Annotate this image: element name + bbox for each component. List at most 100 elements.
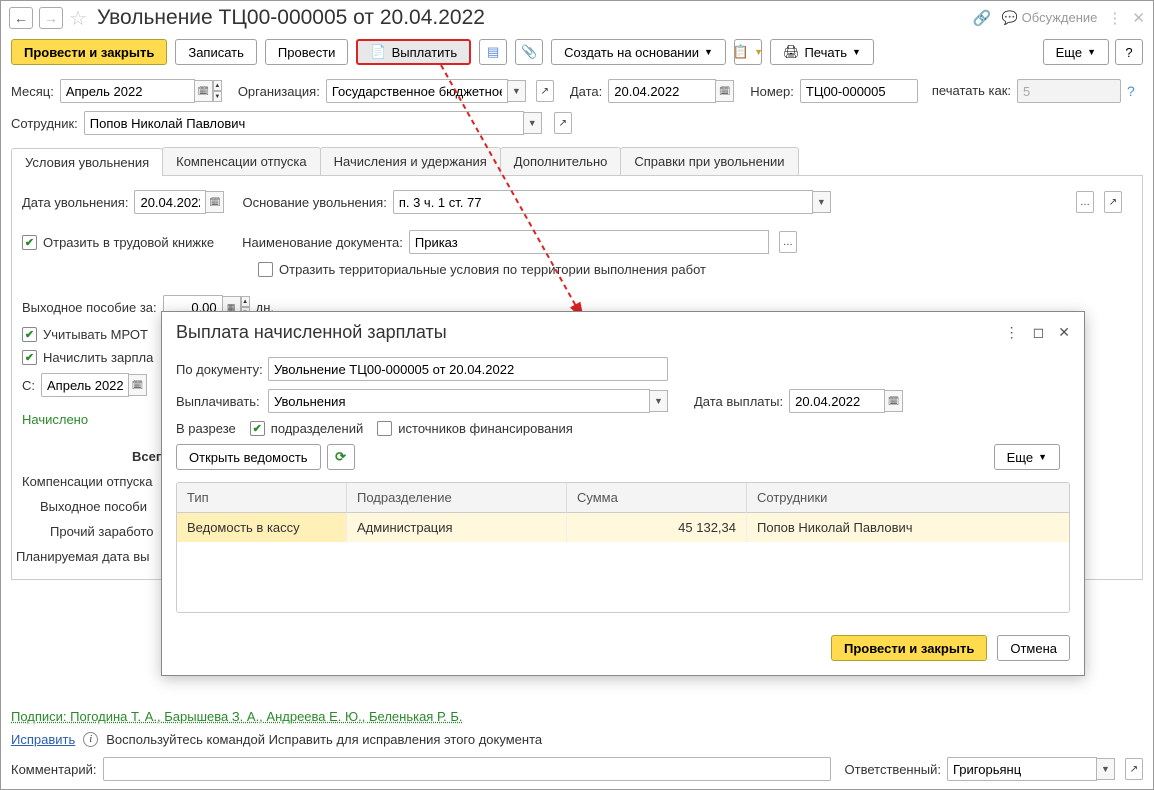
- term-date-cal[interactable]: 🗓: [206, 191, 224, 213]
- date-cal-icon[interactable]: 🗓: [716, 80, 734, 102]
- printer-icon: 🖨: [783, 44, 800, 60]
- favorite-star-icon[interactable]: ☆: [69, 6, 87, 31]
- post-and-close-button[interactable]: Провести и закрыть: [11, 39, 167, 65]
- emp-dropdown[interactable]: ▼: [524, 112, 542, 134]
- org-dropdown[interactable]: ▼: [508, 80, 526, 102]
- refresh-button[interactable]: ⟳: [327, 444, 355, 470]
- tab-comp[interactable]: Компенсации отпуска: [162, 147, 321, 175]
- chat-icon: 💬: [1001, 10, 1017, 26]
- signatures-link[interactable]: Подписи: Погодина Т. А., Барышева З. А.,…: [11, 709, 463, 724]
- org-open[interactable]: ↗: [536, 80, 554, 102]
- accrue-checkbox[interactable]: [22, 350, 37, 365]
- month-input[interactable]: [60, 79, 195, 103]
- modal-pay-input[interactable]: [268, 389, 650, 413]
- link-icon[interactable]: 🔗: [973, 9, 992, 27]
- table-row[interactable]: Ведомость в кассу Администрация 45 132,3…: [177, 513, 1069, 542]
- col-dept[interactable]: Подразделение: [347, 483, 567, 513]
- labor-book-label: Отразить в трудовой книжке: [43, 235, 214, 250]
- docname-label: Наименование документа:: [242, 235, 403, 250]
- col-sum[interactable]: Сумма: [567, 483, 747, 513]
- copy-dropdown-button[interactable]: 📋 ▼: [734, 39, 762, 65]
- territorial-checkbox[interactable]: [258, 262, 273, 277]
- sev-up[interactable]: ▲: [241, 296, 250, 307]
- cut-dept-label: подразделений: [271, 421, 363, 436]
- mrot-checkbox[interactable]: [22, 327, 37, 342]
- modal-maximize-icon[interactable]: ◻: [1033, 324, 1045, 341]
- discuss-btn[interactable]: 💬Обсуждение: [1001, 10, 1097, 26]
- nav-back[interactable]: ←: [9, 7, 33, 29]
- pay-button[interactable]: 📄Выплатить: [356, 39, 471, 65]
- tab-accruals[interactable]: Начисления и удержания: [320, 147, 501, 175]
- attach-icon-button[interactable]: 📎: [515, 39, 543, 65]
- modal-post-close-button[interactable]: Провести и закрыть: [831, 635, 987, 661]
- emp-open[interactable]: ↗: [554, 112, 572, 134]
- num-input[interactable]: [800, 79, 918, 103]
- post-button[interactable]: Провести: [265, 39, 349, 65]
- org-input[interactable]: [326, 79, 508, 103]
- modal-pay-label: Выплачивать:: [176, 394, 262, 409]
- col-type[interactable]: Тип: [177, 483, 347, 513]
- from-input[interactable]: [41, 373, 129, 397]
- modal-title: Выплата начисленной зарплаты: [176, 322, 447, 343]
- create-based-button[interactable]: Создать на основании ▼: [551, 39, 726, 65]
- modal-pay-dropdown[interactable]: ▼: [650, 390, 668, 412]
- print-as-input[interactable]: [1017, 79, 1121, 103]
- cell-sum: 45 132,34: [567, 513, 747, 542]
- num-label: Номер:: [750, 84, 794, 99]
- reason-more[interactable]: …: [1076, 191, 1094, 213]
- modal-paydate-input[interactable]: [789, 389, 885, 413]
- mrot-label: Учитывать МРОТ: [43, 327, 148, 342]
- comment-input[interactable]: [103, 757, 831, 781]
- print-button[interactable]: 🖨 Печать ▼: [770, 39, 874, 65]
- month-down[interactable]: ▼: [213, 91, 222, 102]
- resp-dropdown[interactable]: ▼: [1097, 758, 1115, 780]
- nav-fwd[interactable]: →: [39, 7, 63, 29]
- modal-menu-icon[interactable]: ⋮: [1005, 324, 1019, 341]
- comment-label: Комментарий:: [11, 762, 97, 777]
- print-as-help[interactable]: ?: [1127, 83, 1135, 99]
- more-button[interactable]: Еще ▼: [1043, 39, 1109, 65]
- modal-close-icon[interactable]: ✕: [1058, 324, 1070, 341]
- cut-dept-checkbox[interactable]: [250, 421, 265, 436]
- from-cal[interactable]: 🗓: [129, 374, 147, 396]
- date-input[interactable]: [608, 79, 716, 103]
- help-button[interactable]: ?: [1115, 39, 1143, 65]
- tab-extra[interactable]: Дополнительно: [500, 147, 622, 175]
- form-icon-button[interactable]: ▤: [479, 39, 507, 65]
- print-as-label: печатать как:: [932, 84, 1011, 98]
- modal-doc-label: По документу:: [176, 362, 262, 377]
- resp-open[interactable]: ↗: [1125, 758, 1143, 780]
- labor-book-checkbox[interactable]: [22, 235, 37, 250]
- modal-paydate-cal[interactable]: 🗓: [885, 390, 903, 412]
- tab-conditions[interactable]: Условия увольнения: [11, 148, 163, 176]
- open-statement-button[interactable]: Открыть ведомость: [176, 444, 321, 470]
- close-icon[interactable]: ✕: [1132, 9, 1145, 27]
- tab-refs[interactable]: Справки при увольнении: [620, 147, 798, 175]
- more-menu-icon[interactable]: ⋮: [1107, 9, 1122, 27]
- docname-input[interactable]: [409, 230, 769, 254]
- term-date-input[interactable]: [134, 190, 206, 214]
- fix-hint: Воспользуйтесь командой Исправить для ис…: [106, 732, 542, 747]
- modal-doc-input[interactable]: [268, 357, 668, 381]
- modal-cancel-button[interactable]: Отмена: [997, 635, 1070, 661]
- page-title: Увольнение ТЦ00-000005 от 20.04.2022: [97, 6, 485, 30]
- payout-modal: Выплата начисленной зарплаты ⋮ ◻ ✕ По до…: [161, 311, 1085, 676]
- modal-paydate-label: Дата выплаты:: [694, 394, 783, 409]
- accrue-label: Начислить зарпла: [43, 350, 153, 365]
- reason-open[interactable]: ↗: [1104, 191, 1122, 213]
- reason-dropdown[interactable]: ▼: [813, 191, 831, 213]
- emp-label: Сотрудник:: [11, 116, 78, 131]
- term-date-label: Дата увольнения:: [22, 195, 128, 210]
- month-up[interactable]: ▲: [213, 80, 222, 91]
- save-button[interactable]: Записать: [175, 39, 257, 65]
- month-label: Месяц:: [11, 84, 54, 99]
- calendar-icon[interactable]: 🗓: [195, 80, 213, 102]
- cut-src-checkbox[interactable]: [377, 421, 392, 436]
- col-emp[interactable]: Сотрудники: [747, 483, 1069, 513]
- reason-input[interactable]: [393, 190, 813, 214]
- fix-link[interactable]: Исправить: [11, 732, 75, 747]
- docname-more[interactable]: …: [779, 231, 797, 253]
- emp-input[interactable]: [84, 111, 524, 135]
- modal-more-button[interactable]: Еще ▼: [994, 444, 1060, 470]
- resp-input[interactable]: [947, 757, 1097, 781]
